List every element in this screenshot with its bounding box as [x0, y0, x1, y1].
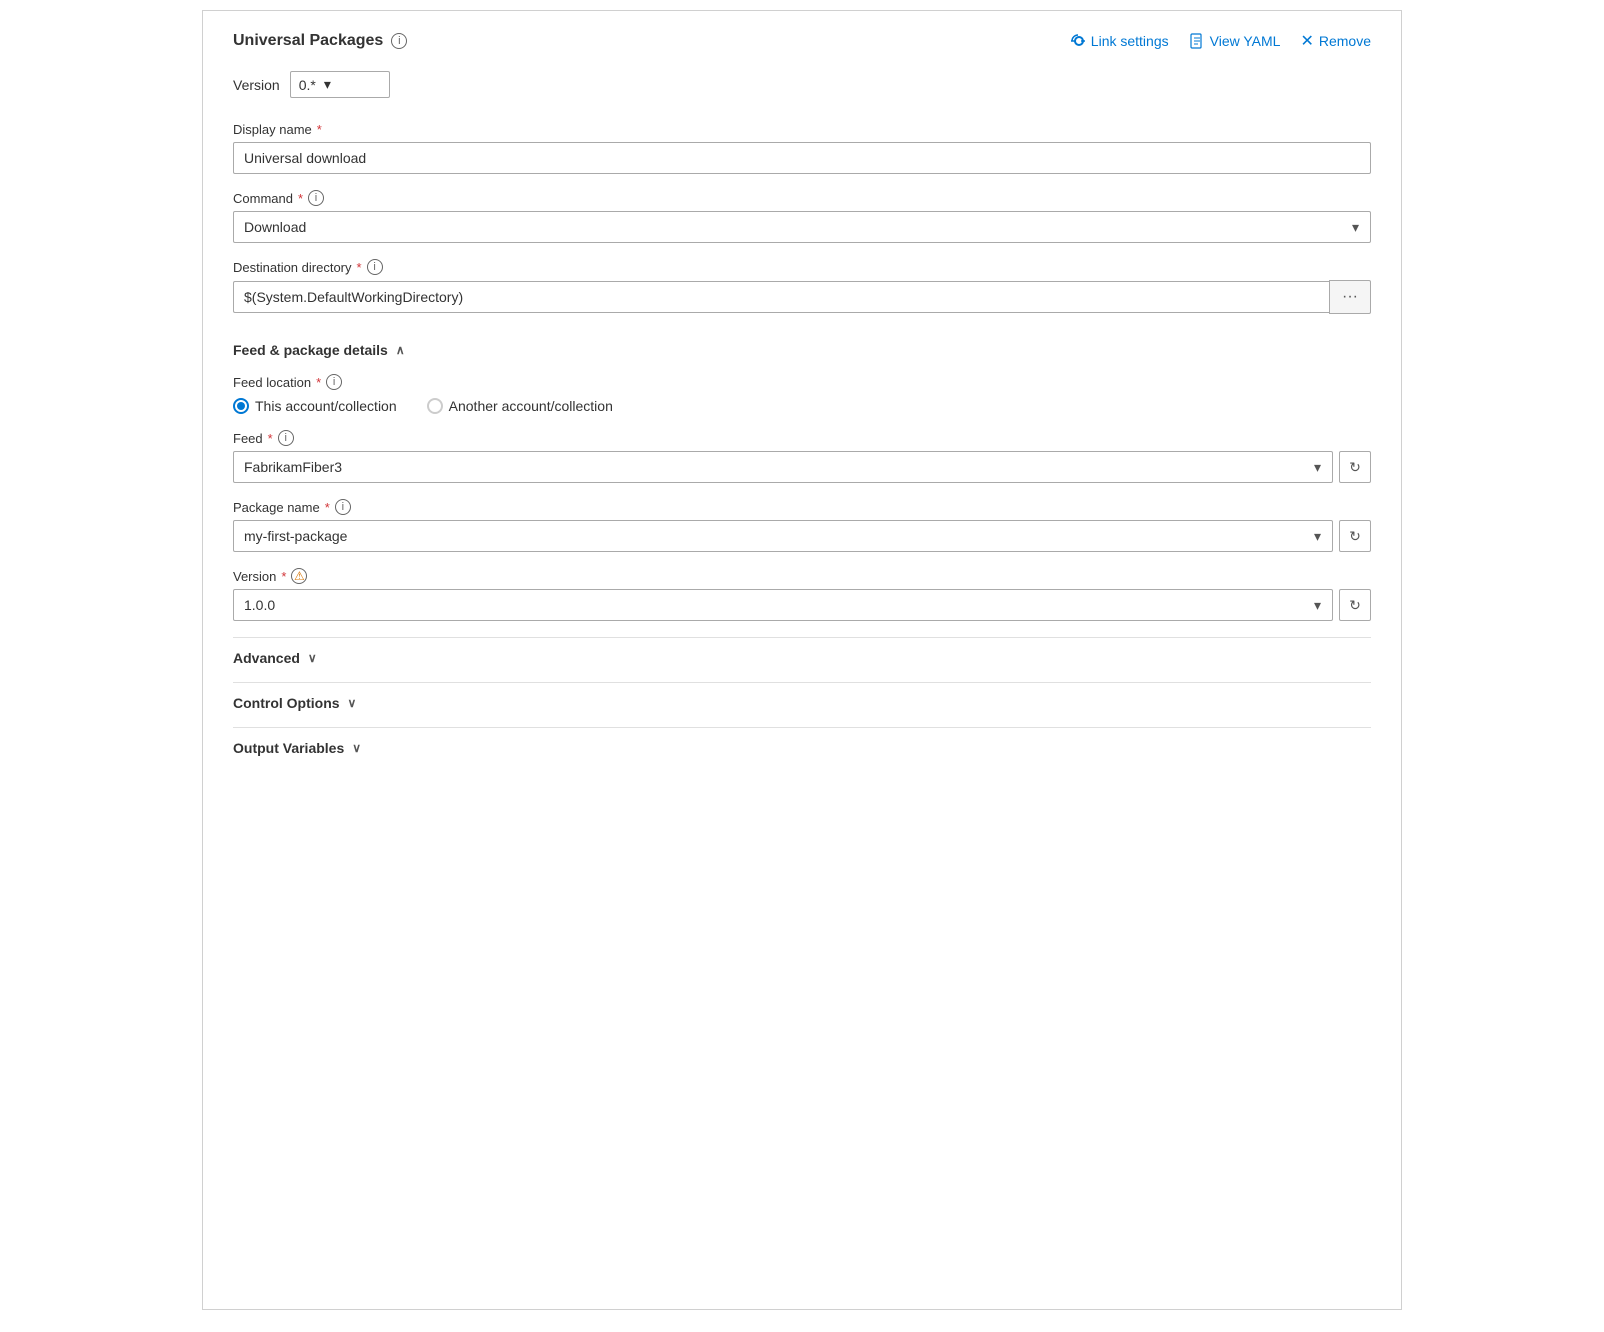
output-variables-chevron-icon: ∨ [352, 741, 361, 755]
package-version-label: Version * ⚠ [233, 568, 1371, 584]
remove-x-icon: ✕ [1300, 31, 1313, 51]
package-version-group: Version * ⚠ 1.0.0 ▾ ↻ [233, 568, 1371, 621]
feed-location-another-account[interactable]: Another account/collection [427, 398, 613, 414]
feed-package-details-label: Feed & package details [233, 342, 388, 358]
feed-location-label: Feed location * i [233, 374, 1371, 390]
package-name-row: my-first-package ▾ ↻ [233, 520, 1371, 552]
feed-required: * [268, 431, 273, 446]
feed-location-info-icon[interactable]: i [326, 374, 342, 390]
package-version-refresh-button[interactable]: ↻ [1339, 589, 1371, 621]
command-select[interactable]: Download Publish [233, 211, 1371, 243]
view-yaml-label: View YAML [1210, 33, 1281, 49]
feed-select-wrapper: FabrikamFiber3 ▾ [233, 451, 1333, 483]
command-label: Command * i [233, 190, 1371, 206]
dest-dir-required: * [357, 260, 362, 275]
feed-label: Feed * i [233, 430, 1371, 446]
package-name-select[interactable]: my-first-package [233, 520, 1333, 552]
advanced-chevron-icon: ∨ [308, 651, 317, 665]
package-version-select[interactable]: 1.0.0 [233, 589, 1333, 621]
display-name-input[interactable] [233, 142, 1371, 174]
feed-location-this-account[interactable]: This account/collection [233, 398, 397, 414]
package-name-refresh-button[interactable]: ↻ [1339, 520, 1371, 552]
advanced-label: Advanced [233, 650, 300, 666]
output-variables-section-header[interactable]: Output Variables ∨ [233, 727, 1371, 768]
destination-directory-browse-button[interactable]: ··· [1329, 280, 1371, 314]
package-version-refresh-icon: ↻ [1349, 597, 1361, 614]
output-variables-label: Output Variables [233, 740, 344, 756]
feed-package-details-section-header[interactable]: Feed & package details ∧ [233, 330, 1371, 370]
version-row-label: Version [233, 77, 280, 93]
feed-row: FabrikamFiber3 ▾ ↻ [233, 451, 1371, 483]
package-name-label: Package name * i [233, 499, 1371, 515]
package-name-info-icon[interactable]: i [335, 499, 351, 515]
feed-refresh-button[interactable]: ↻ [1339, 451, 1371, 483]
main-container: Universal Packages i Link settings View … [202, 10, 1402, 1310]
title-info-icon[interactable]: i [391, 33, 407, 49]
control-options-chevron-icon: ∨ [348, 696, 357, 710]
version-row: Version 0.* ▾ [233, 71, 1371, 98]
feed-location-this-account-radio[interactable] [233, 398, 249, 414]
display-name-group: Display name * [233, 122, 1371, 174]
remove-label: Remove [1319, 33, 1371, 49]
link-settings-button[interactable]: Link settings [1070, 33, 1169, 49]
display-name-label: Display name * [233, 122, 1371, 137]
feed-package-details-chevron-icon: ∧ [396, 343, 405, 357]
link-settings-label: Link settings [1091, 33, 1169, 49]
feed-location-group: Feed location * i This account/collectio… [233, 374, 1371, 414]
version-chevron-icon: ▾ [324, 76, 331, 93]
package-name-select-wrapper: my-first-package ▾ [233, 520, 1333, 552]
command-info-icon[interactable]: i [308, 190, 324, 206]
feed-location-radio-group: This account/collection Another account/… [233, 398, 1371, 414]
feed-location-required: * [316, 375, 321, 390]
command-select-wrapper: Download Publish ▾ [233, 211, 1371, 243]
package-version-row: 1.0.0 ▾ ↻ [233, 589, 1371, 621]
version-value: 0.* [299, 77, 316, 93]
feed-select[interactable]: FabrikamFiber3 [233, 451, 1333, 483]
control-options-label: Control Options [233, 695, 340, 711]
destination-directory-group: Destination directory * i ··· [233, 259, 1371, 314]
feed-location-another-account-radio[interactable] [427, 398, 443, 414]
version-select[interactable]: 0.* ▾ [290, 71, 390, 98]
feed-location-this-account-dot [237, 402, 245, 410]
feed-location-this-account-label: This account/collection [255, 398, 397, 414]
page-title: Universal Packages [233, 32, 383, 50]
destination-directory-label: Destination directory * i [233, 259, 1371, 275]
view-yaml-button[interactable]: View YAML [1189, 33, 1281, 49]
advanced-section-header[interactable]: Advanced ∨ [233, 637, 1371, 678]
command-required: * [298, 191, 303, 206]
ellipsis-icon: ··· [1342, 288, 1358, 306]
header-left: Universal Packages i [233, 32, 407, 50]
remove-button[interactable]: ✕ Remove [1300, 31, 1371, 51]
package-name-group: Package name * i my-first-package ▾ ↻ [233, 499, 1371, 552]
yaml-icon [1189, 33, 1205, 49]
header-actions: Link settings View YAML ✕ Remove [1070, 31, 1371, 51]
feed-group: Feed * i FabrikamFiber3 ▾ ↻ [233, 430, 1371, 483]
destination-directory-input[interactable] [233, 281, 1329, 313]
destination-directory-row: ··· [233, 280, 1371, 314]
display-name-required: * [317, 122, 322, 137]
dest-dir-info-icon[interactable]: i [367, 259, 383, 275]
header: Universal Packages i Link settings View … [233, 31, 1371, 51]
feed-location-another-account-label: Another account/collection [449, 398, 613, 414]
package-version-required: * [281, 569, 286, 584]
feed-info-icon[interactable]: i [278, 430, 294, 446]
package-version-warning-icon[interactable]: ⚠ [291, 568, 307, 584]
package-name-required: * [325, 500, 330, 515]
feed-refresh-icon: ↻ [1349, 459, 1361, 476]
link-icon [1070, 33, 1086, 49]
command-group: Command * i Download Publish ▾ [233, 190, 1371, 243]
package-version-select-wrapper: 1.0.0 ▾ [233, 589, 1333, 621]
control-options-section-header[interactable]: Control Options ∨ [233, 682, 1371, 723]
package-name-refresh-icon: ↻ [1349, 528, 1361, 545]
